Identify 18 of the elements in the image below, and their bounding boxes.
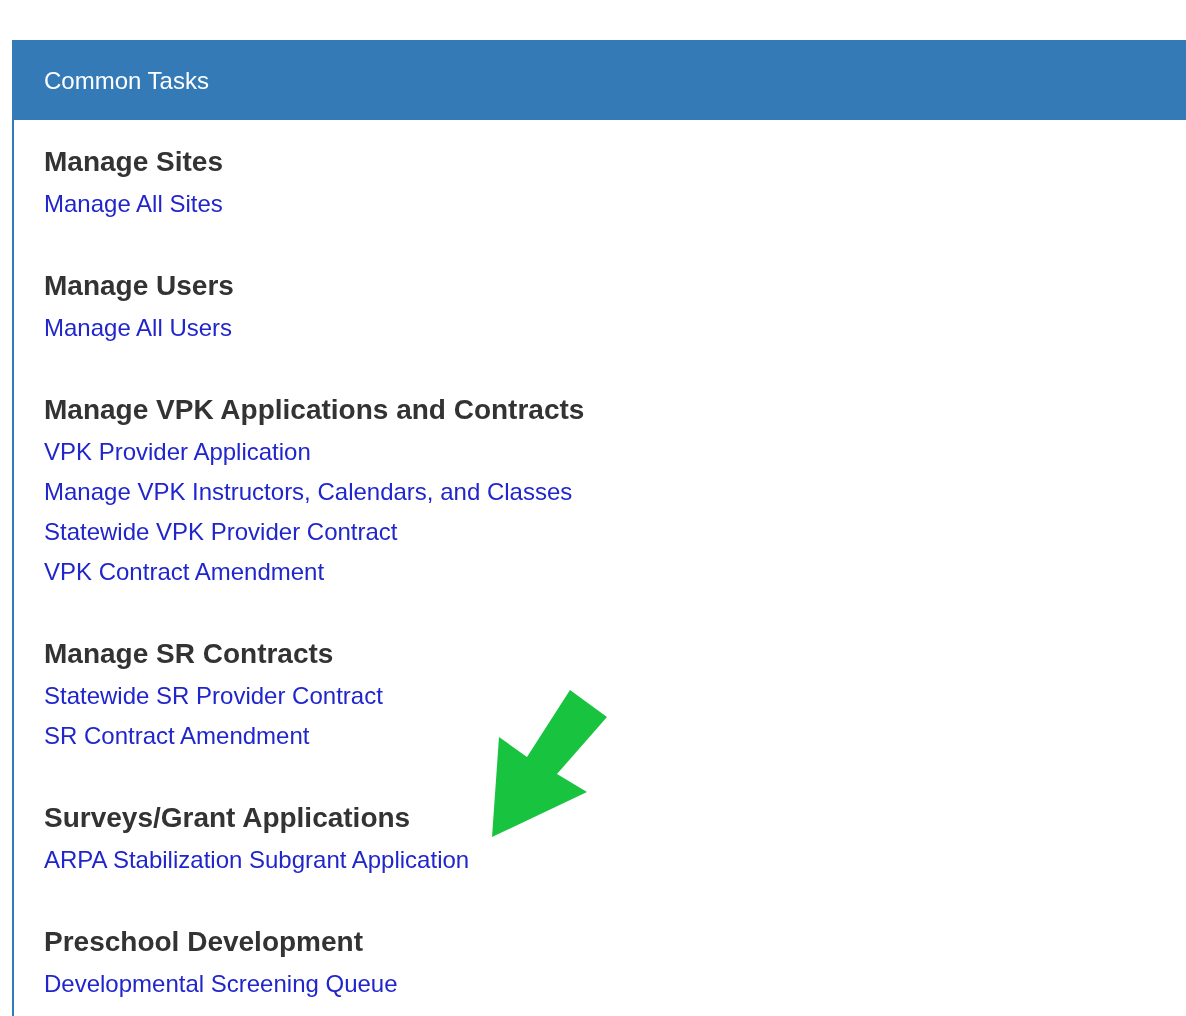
arrow-icon — [492, 690, 607, 837]
task-link[interactable]: VPK Provider Application — [44, 438, 311, 465]
panel-title: Common Tasks — [44, 67, 209, 95]
section-heading: Manage Users — [44, 269, 235, 303]
section-heading: Manage SR Contracts — [44, 637, 335, 671]
task-link[interactable]: Manage All Users — [44, 314, 233, 341]
task-link[interactable]: SR Contract Amendment — [44, 722, 310, 749]
section-heading: Manage Sites — [44, 145, 224, 179]
section-heading: Preschool Development — [44, 925, 364, 959]
task-link[interactable]: VPK Contract Amendment — [44, 558, 325, 585]
section-heading: Manage VPK Applications and Contracts — [44, 393, 586, 427]
task-link[interactable]: Statewide SR Provider Contract — [44, 682, 383, 709]
section-heading: Surveys/Grant Applications — [44, 801, 412, 835]
task-link[interactable]: Statewide VPK Provider Contract — [44, 518, 398, 545]
task-link[interactable]: ARPA Stabilization Subgrant Application — [44, 846, 470, 873]
task-link[interactable]: Manage VPK Instructors, Calendars, and Classes — [44, 478, 573, 505]
task-link[interactable]: Developmental Screening Queue — [44, 970, 398, 997]
task-link[interactable]: Manage All Sites — [44, 190, 223, 217]
